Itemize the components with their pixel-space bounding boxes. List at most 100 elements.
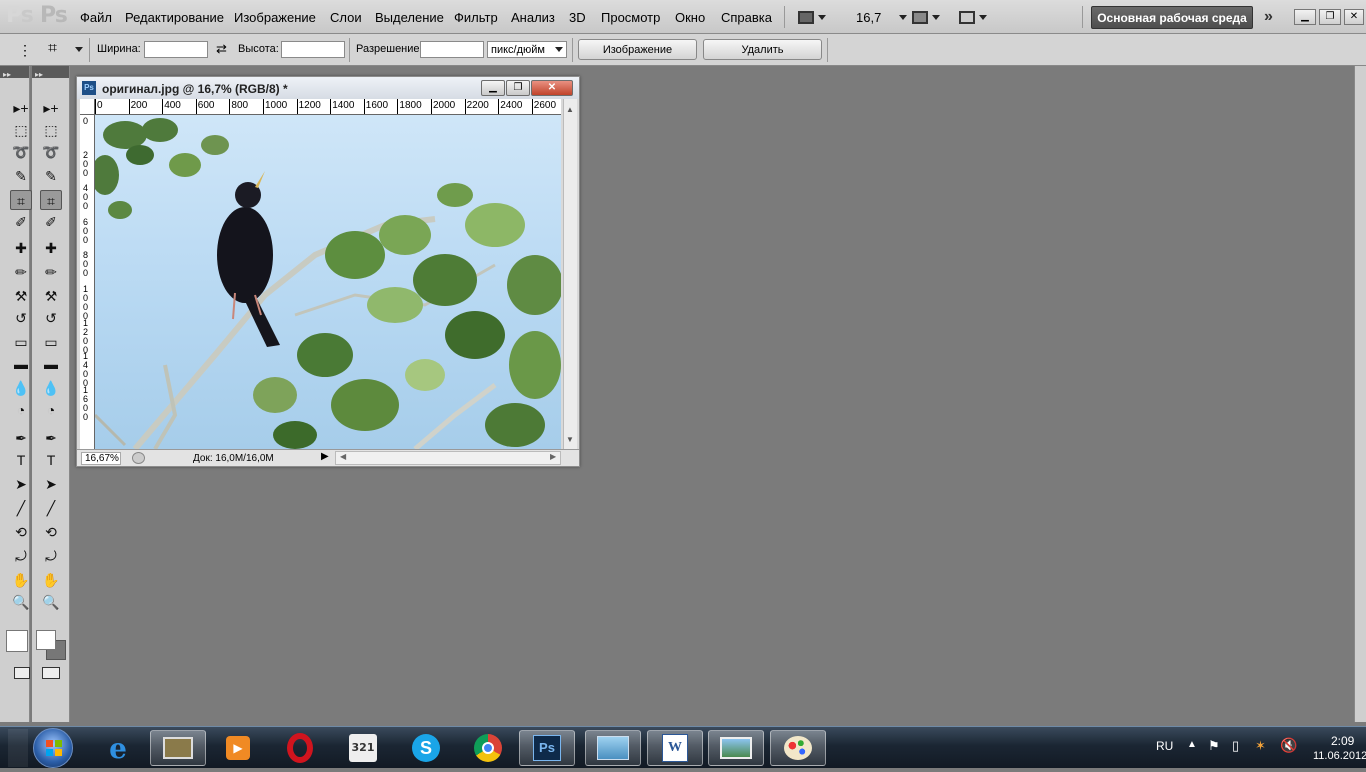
brush-tool[interactable]: ✏ xyxy=(40,262,62,282)
scroll-up-icon[interactable]: ▲ xyxy=(566,105,574,114)
line-tool[interactable]: ╱ xyxy=(10,498,32,518)
foreground-color-swatch[interactable] xyxy=(36,630,56,650)
image-canvas[interactable] xyxy=(95,115,561,449)
collapsed-panels-strip[interactable] xyxy=(1354,66,1366,722)
3d-orbit-tool[interactable]: ⤾ xyxy=(10,546,32,566)
scroll-down-icon[interactable]: ▼ xyxy=(566,435,574,444)
quick-mask-icon[interactable] xyxy=(14,667,30,679)
3d-orbit-tool[interactable]: ⤾ xyxy=(40,546,62,566)
menu-select[interactable]: Выделение xyxy=(375,10,444,25)
doc-minimize-button[interactable]: ▁ xyxy=(481,80,505,96)
network-icon[interactable]: ✶ xyxy=(1255,738,1266,754)
dodge-tool[interactable]: ◔ xyxy=(40,400,62,420)
width-input[interactable] xyxy=(144,41,208,58)
gradient-tool[interactable]: ▬ xyxy=(10,354,32,374)
pen-tool[interactable]: ✒ xyxy=(10,428,32,448)
menu-3d[interactable]: 3D xyxy=(569,10,586,25)
document-title-bar[interactable]: Ps оригинал.jpg @ 16,7% (RGB/8) * ▁ ❐ ✕ xyxy=(77,77,579,99)
brush-tool[interactable]: ✏ xyxy=(10,262,32,282)
arrange-documents-button[interactable] xyxy=(912,8,940,26)
workspace-button[interactable]: Основная рабочая среда xyxy=(1091,6,1253,29)
clock-time[interactable]: 2:09 xyxy=(1331,734,1354,748)
eraser-tool[interactable]: ▭ xyxy=(10,332,32,352)
foreground-color-swatch[interactable] xyxy=(6,630,28,652)
word-button[interactable]: W xyxy=(647,730,703,766)
vertical-scrollbar[interactable]: ▲ ▼ xyxy=(563,99,577,449)
zoom-field[interactable]: 16,67% xyxy=(81,452,121,465)
file-manager-button[interactable] xyxy=(150,730,206,766)
menu-image[interactable]: Изображение xyxy=(234,10,316,25)
media-player-classic-button[interactable]: 321 xyxy=(335,730,391,766)
crop-tool-preset-icon[interactable]: ⌗ xyxy=(48,40,57,58)
panel-header[interactable]: ▸▸ xyxy=(32,66,69,79)
chrome-button[interactable] xyxy=(460,730,516,766)
status-menu-arrow-icon[interactable]: ▶ xyxy=(321,451,329,462)
media-player-button[interactable]: ▶ xyxy=(210,730,266,766)
internet-explorer-button[interactable]: e xyxy=(90,730,146,766)
show-hidden-icons-icon[interactable]: ▲ xyxy=(1187,739,1197,750)
blur-tool[interactable]: 💧 xyxy=(40,378,62,398)
menu-window[interactable]: Окно xyxy=(675,10,705,25)
doc-restore-button[interactable]: ❐ xyxy=(506,80,530,96)
front-image-button[interactable]: Изображение xyxy=(578,39,697,60)
spot-healing-tool[interactable]: ✚ xyxy=(40,238,62,258)
height-input[interactable] xyxy=(281,41,345,58)
menu-filter[interactable]: Фильтр xyxy=(454,10,498,25)
action-center-flag-icon[interactable]: ⚑ xyxy=(1208,738,1220,754)
menu-edit[interactable]: Редактирование xyxy=(125,10,224,25)
menu-analysis[interactable]: Анализ xyxy=(511,10,555,25)
dodge-tool[interactable]: ◔ xyxy=(10,400,32,420)
eraser-tool[interactable]: ▭ xyxy=(40,332,62,352)
quick-selection-tool[interactable]: ✎ xyxy=(40,166,62,186)
crop-tool[interactable]: ⌗ xyxy=(40,190,62,210)
restore-button[interactable]: ❐ xyxy=(1319,9,1341,25)
photo-viewer-button[interactable] xyxy=(708,730,764,766)
eyedropper-tool[interactable]: ✐ xyxy=(10,212,32,232)
screen-mode-button[interactable] xyxy=(959,8,987,26)
hand-tool[interactable]: ✋ xyxy=(10,570,32,590)
resolution-unit-select[interactable]: пикс/дюйм xyxy=(487,41,567,58)
spot-healing-tool[interactable]: ✚ xyxy=(10,238,32,258)
volume-icon[interactable]: 🔇 xyxy=(1280,737,1297,754)
3d-rotate-tool[interactable]: ⟲ xyxy=(10,522,32,542)
ruler-horizontal[interactable]: 0 200 400 600 800 1000 1200 1400 1600 1800 2000 220… xyxy=(95,99,561,115)
3d-rotate-tool[interactable]: ⟲ xyxy=(40,522,62,542)
skype-button[interactable]: S xyxy=(398,730,454,766)
move-tool[interactable]: ▸+ xyxy=(40,98,62,118)
paint-button[interactable] xyxy=(770,730,826,766)
quick-selection-tool[interactable]: ✎ xyxy=(10,166,32,186)
menu-layers[interactable]: Слои xyxy=(330,10,362,25)
line-tool[interactable]: ╱ xyxy=(40,498,62,518)
lasso-tool[interactable]: ➰ xyxy=(10,142,32,162)
menu-view[interactable]: Просмотр xyxy=(601,10,660,25)
explorer-button[interactable] xyxy=(585,730,641,766)
path-selection-tool[interactable]: ➤ xyxy=(40,474,62,494)
status-options-icon[interactable] xyxy=(132,452,145,464)
marquee-tool[interactable]: ⬚ xyxy=(40,120,62,140)
zoom-tool[interactable]: 🔍 xyxy=(40,592,62,612)
scroll-right-icon[interactable]: ▶ xyxy=(550,452,556,461)
hand-tool[interactable]: ✋ xyxy=(40,570,62,590)
zoom-tool[interactable]: 🔍 xyxy=(10,592,32,612)
close-button[interactable]: ✕ xyxy=(1344,9,1364,25)
type-tool[interactable]: T xyxy=(40,450,62,470)
device-icon[interactable]: ▯ xyxy=(1232,738,1239,754)
photoshop-button[interactable]: Ps xyxy=(519,730,575,766)
lasso-tool[interactable]: ➰ xyxy=(40,142,62,162)
history-brush-tool[interactable]: ↺ xyxy=(10,308,32,328)
doc-close-button[interactable]: ✕ xyxy=(531,80,573,96)
horizontal-scrollbar[interactable]: ◀ ▶ xyxy=(335,451,561,465)
ruler-vertical[interactable]: 0 2 0 0 4 0 0 6 0 0 8 0 0 1 0 0 01 2 0 01 4 0… xyxy=(80,115,95,449)
marquee-tool[interactable]: ⬚ xyxy=(10,120,32,140)
crop-tool[interactable]: ⌗ xyxy=(10,190,32,210)
gradient-tool[interactable]: ▬ xyxy=(40,354,62,374)
history-brush-tool[interactable]: ↺ xyxy=(40,308,62,328)
resolution-input[interactable] xyxy=(420,41,484,58)
start-button[interactable] xyxy=(33,728,73,768)
zoom-level-dropdown[interactable]: 16,7 xyxy=(856,8,908,26)
double-chevron-right-icon[interactable]: » xyxy=(1264,8,1273,26)
clone-stamp-tool[interactable]: ⚒ xyxy=(10,286,32,306)
type-tool[interactable]: T xyxy=(10,450,32,470)
menu-help[interactable]: Справка xyxy=(721,10,772,25)
panel-header[interactable]: ▸▸ xyxy=(0,66,29,79)
